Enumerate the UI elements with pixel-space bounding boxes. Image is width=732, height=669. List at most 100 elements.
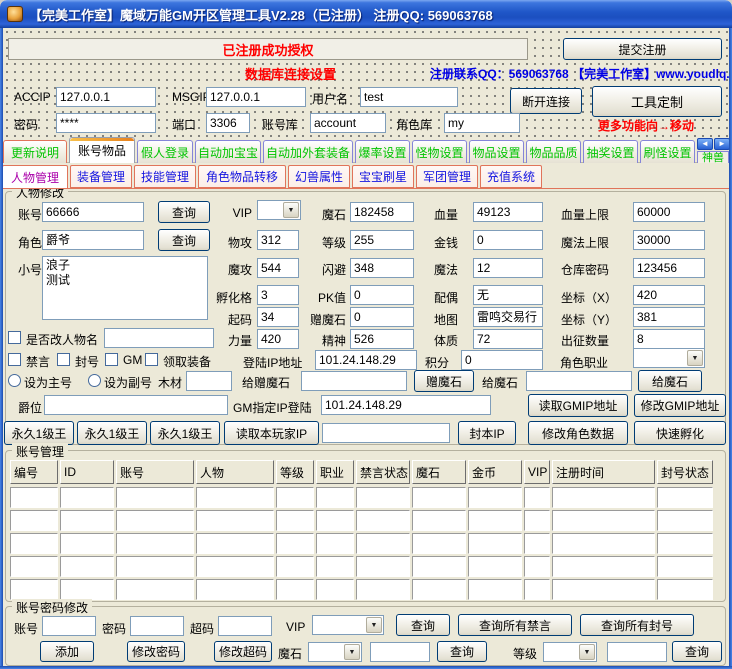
dodge-input[interactable]: 348	[350, 258, 414, 278]
query-all-banned-button[interactable]: 查询所有封号	[580, 614, 694, 636]
mpmax-input[interactable]: 30000	[633, 230, 705, 250]
table-cell[interactable]	[116, 510, 194, 531]
table-cell[interactable]	[196, 579, 274, 600]
msgip-input[interactable]: 127.0.0.1	[206, 87, 306, 107]
table-cell[interactable]	[10, 556, 58, 577]
give-stone-input[interactable]	[526, 371, 632, 391]
mstone-input[interactable]: 182458	[350, 202, 414, 222]
registered-status-button[interactable]: 已注册成功授权	[8, 38, 528, 60]
subtab-equip-mgmt[interactable]: 装备管理	[70, 165, 132, 188]
pwd-query-button[interactable]: 查询	[396, 614, 450, 636]
tab-drop-rate[interactable]: 爆率设置	[355, 140, 410, 163]
table-cell[interactable]	[316, 579, 354, 600]
level-input[interactable]: 255	[350, 230, 414, 250]
gm-checkbox[interactable]	[105, 353, 118, 366]
table-cell[interactable]	[412, 556, 466, 577]
hp-input[interactable]: 49123	[473, 202, 543, 222]
tab-lottery-config[interactable]: 抽奖设置	[583, 140, 638, 163]
tab-item-quality[interactable]: 物品品质	[526, 140, 581, 163]
tab-auto-add-gear[interactable]: 自动加外套装备	[263, 140, 353, 163]
spouse-input[interactable]: 无	[473, 285, 543, 305]
table-cell[interactable]	[552, 533, 655, 554]
table-cell[interactable]	[316, 556, 354, 577]
table-cell[interactable]	[657, 579, 713, 600]
gm-ip-input[interactable]: 101.24.148.29	[321, 395, 491, 415]
subtab-pet-stars[interactable]: 宝宝刷星	[352, 165, 414, 188]
chevron-down-icon[interactable]: ▼	[344, 644, 360, 660]
tab-monster-config[interactable]: 怪物设置	[412, 140, 467, 163]
table-cell[interactable]	[657, 487, 713, 508]
supercode-input[interactable]	[218, 616, 272, 636]
table-column-header[interactable]: 职业	[316, 460, 354, 484]
subtab-recharge[interactable]: 充值系统	[480, 165, 542, 188]
table-cell[interactable]	[116, 556, 194, 577]
ban-checkbox[interactable]	[57, 353, 70, 366]
subtab-item-transfer[interactable]: 角色物品转移	[198, 165, 286, 188]
player-ip-input[interactable]	[322, 423, 450, 443]
level-combo[interactable]: ▼	[543, 642, 597, 662]
table-column-header[interactable]: 魔石	[412, 460, 466, 484]
table-column-header[interactable]: 等级	[276, 460, 314, 484]
pk-input[interactable]: 0	[350, 285, 414, 305]
spirit-input[interactable]: 526	[350, 329, 414, 349]
tab-item-config[interactable]: 物品设置	[469, 140, 524, 163]
table-cell[interactable]	[60, 579, 114, 600]
list-item[interactable]: 测试	[46, 273, 204, 288]
role-db-input[interactable]: my	[444, 113, 520, 133]
role-input[interactable]: 爵爷	[42, 230, 144, 250]
chevron-down-icon[interactable]: ▼	[687, 350, 703, 366]
mstone-amount-input[interactable]	[370, 642, 430, 662]
table-cell[interactable]	[356, 533, 410, 554]
accip-input[interactable]: 127.0.0.1	[56, 87, 156, 107]
table-cell[interactable]	[412, 510, 466, 531]
mp-input[interactable]: 12	[473, 258, 543, 278]
table-cell[interactable]	[276, 533, 314, 554]
table-cell[interactable]	[10, 487, 58, 508]
tab-account-items[interactable]: 账号物品	[69, 137, 135, 163]
table-cell[interactable]	[116, 533, 194, 554]
watk-input[interactable]: 312	[257, 230, 299, 250]
alt-listbox[interactable]: 浪子 测试	[42, 256, 208, 320]
str-input[interactable]: 420	[257, 329, 299, 349]
table-cell[interactable]	[276, 556, 314, 577]
list-item[interactable]: 浪子	[46, 258, 204, 273]
tab-update-notes[interactable]: 更新说明	[3, 140, 67, 163]
table-cell[interactable]	[552, 510, 655, 531]
mstone-combo[interactable]: ▼	[308, 642, 362, 662]
table-cell[interactable]	[10, 510, 58, 531]
mstone-query-button[interactable]: 查询	[437, 641, 487, 662]
tab-scroll-right-icon[interactable]: ►	[714, 138, 730, 150]
table-cell[interactable]	[196, 510, 274, 531]
table-column-header[interactable]: 禁言状态	[356, 460, 410, 484]
add-account-button[interactable]: 添加	[40, 641, 94, 662]
tool-customize-button[interactable]: 工具定制	[592, 86, 722, 117]
quick-hatch-button[interactable]: 快速孵化	[634, 421, 726, 445]
table-cell[interactable]	[60, 533, 114, 554]
wood-input[interactable]	[186, 371, 232, 391]
table-cell[interactable]	[468, 556, 522, 577]
table-column-header[interactable]: 金币	[468, 460, 522, 484]
table-cell[interactable]	[116, 487, 194, 508]
tab-spawn-config[interactable]: 刷怪设置	[640, 140, 695, 163]
table-column-header[interactable]: 人物	[196, 460, 274, 484]
table-cell[interactable]	[657, 556, 713, 577]
money-input[interactable]: 0	[473, 230, 543, 250]
port-input[interactable]: 3306	[206, 113, 250, 133]
subtab-skill-mgmt[interactable]: 技能管理	[134, 165, 196, 188]
chevron-down-icon[interactable]: ▼	[579, 644, 595, 660]
table-cell[interactable]	[412, 533, 466, 554]
tab-auto-add-pet[interactable]: 自动加宝宝	[195, 140, 261, 163]
mute-checkbox[interactable]	[8, 353, 21, 366]
table-cell[interactable]	[276, 487, 314, 508]
table-cell[interactable]	[196, 487, 274, 508]
table-cell[interactable]	[524, 510, 550, 531]
read-gmip-button[interactable]: 读取GMIP地址	[528, 394, 628, 417]
sub-account-radio[interactable]	[88, 374, 101, 387]
table-cell[interactable]	[60, 556, 114, 577]
map-input[interactable]: 雷鸣交易行	[473, 307, 543, 327]
giftstone-input[interactable]: 0	[350, 307, 414, 327]
table-cell[interactable]	[657, 533, 713, 554]
tab-fake-login[interactable]: 假人登录	[137, 140, 193, 163]
subtab-guild-mgmt[interactable]: 军团管理	[416, 165, 478, 188]
table-cell[interactable]	[196, 533, 274, 554]
